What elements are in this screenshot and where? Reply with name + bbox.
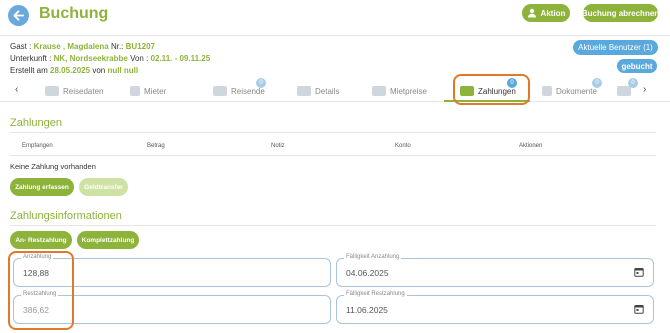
zahlungsinfo-divider: [10, 225, 656, 226]
header-divider: [0, 35, 670, 36]
zahlung-erfassen-button[interactable]: Zahlung erfassen: [10, 178, 74, 196]
tab-chat-badge: 0: [628, 78, 638, 88]
people-icon: [45, 86, 59, 96]
page-title: Buchung: [39, 5, 109, 22]
column-betrag: Betrag: [147, 143, 165, 149]
details-icon: [297, 86, 311, 96]
price-icon: [372, 86, 386, 96]
guest-line: Gast : Krause , Magdalena Nr.: BU1207: [10, 42, 155, 51]
amount-fields-highlight: [8, 251, 74, 330]
guest-name: Krause , Magdalena: [33, 42, 109, 51]
tab-reisende-badge: 0: [256, 78, 266, 88]
user-icon: [527, 8, 536, 18]
accommodation-line: Unterkunft : NK, Nordseekrabbe Von : 02.…: [10, 54, 211, 63]
zahlungen-title: Zahlungen: [10, 117, 62, 129]
back-button[interactable]: [8, 5, 29, 26]
document-icon: [542, 86, 552, 96]
faelligkeit-rest-label: Fälligkeit Restzahlung: [344, 291, 407, 297]
abrechnen-label: Buchung abrechnen: [581, 8, 660, 18]
aktion-button[interactable]: Aktion: [522, 4, 570, 22]
column-empfangen: Empfangen: [22, 143, 53, 149]
person-icon: [130, 86, 140, 96]
faelligkeit-rest-field[interactable]: Fälligkeit Restzahlung 11.06.2025: [336, 291, 654, 324]
tab-details[interactable]: Details: [297, 84, 339, 98]
column-konto: Konto: [395, 143, 411, 149]
komplettzahlung-button[interactable]: Komplettzahlung: [77, 231, 139, 249]
faelligkeit-anzahlung-field[interactable]: Fälligkeit Anzahlung 04.06.2025: [336, 254, 654, 287]
booking-number: BU1207: [125, 42, 155, 51]
column-aktionen: Aktionen: [519, 143, 543, 149]
buchung-abrechnen-button[interactable]: Buchung abrechnen: [581, 4, 660, 22]
chat-icon: [617, 86, 631, 96]
aktion-label: Aktion: [540, 8, 566, 18]
arrow-left-icon: [13, 10, 25, 21]
created-line: Erstellt am 28.05.2025 von null null: [10, 66, 139, 75]
calendar-icon[interactable]: [634, 304, 644, 314]
zahlungsinfo-title: Zahlungsinformationen: [10, 210, 122, 222]
tab-reisedaten[interactable]: Reisedaten: [45, 84, 103, 98]
tab-mietpreise[interactable]: Mietpreise: [372, 84, 427, 98]
table-header-divider: [10, 155, 656, 156]
group-icon: [213, 86, 227, 96]
restzahlung-button[interactable]: An- Restzahlung: [10, 231, 72, 249]
tab-dokumente[interactable]: Dokumente: [542, 84, 597, 98]
status-badge[interactable]: gebucht: [617, 59, 657, 73]
calendar-icon[interactable]: [634, 267, 644, 277]
accommodation-name: NK, Nordseekrabbe: [53, 54, 128, 63]
tab-mieter[interactable]: Mieter: [130, 84, 166, 98]
zahlungen-tab-highlight: [453, 74, 530, 105]
faelligkeit-anzahlung-value: 04.06.2025: [346, 268, 389, 278]
faelligkeit-rest-value: 11.06.2025: [346, 305, 388, 315]
geldtransfer-button[interactable]: Geldtransfer: [79, 178, 128, 196]
tabs-scroll-right[interactable]: ›: [643, 84, 646, 95]
empty-state-text: Keine Zahlung vorhanden: [10, 162, 96, 171]
tabs-scroll-left[interactable]: ‹: [15, 84, 18, 95]
column-notiz: Notiz: [271, 143, 285, 149]
faelligkeit-anzahlung-label: Fälligkeit Anzahlung: [344, 254, 402, 260]
date-range: 02.11. - 09.11.25: [150, 54, 211, 63]
tabs-divider: [0, 101, 670, 102]
created-by: null null: [107, 66, 139, 75]
zahlungen-divider: [10, 132, 656, 133]
tab-dokumente-badge: 0: [592, 78, 602, 88]
created-date: 28.05.2025: [50, 66, 91, 75]
aktuelle-benutzer-button[interactable]: Aktuelle Benutzer (1): [573, 40, 658, 55]
